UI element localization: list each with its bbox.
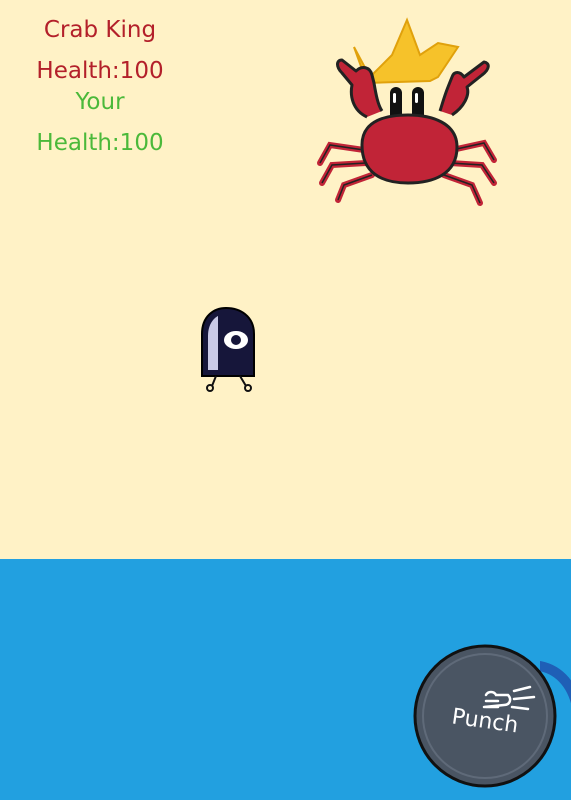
punch-button-circle (413, 644, 557, 788)
boss-name-label: Crab King (43, 17, 157, 43)
boss-health-label: Health:100 (36, 58, 164, 84)
player-health-label: Health:100 (36, 130, 164, 156)
player-name-label: Your (75, 89, 125, 115)
punch-button[interactable]: Punch (412, 643, 558, 789)
crab-king-enemy (317, 17, 497, 206)
player-character (201, 306, 255, 392)
